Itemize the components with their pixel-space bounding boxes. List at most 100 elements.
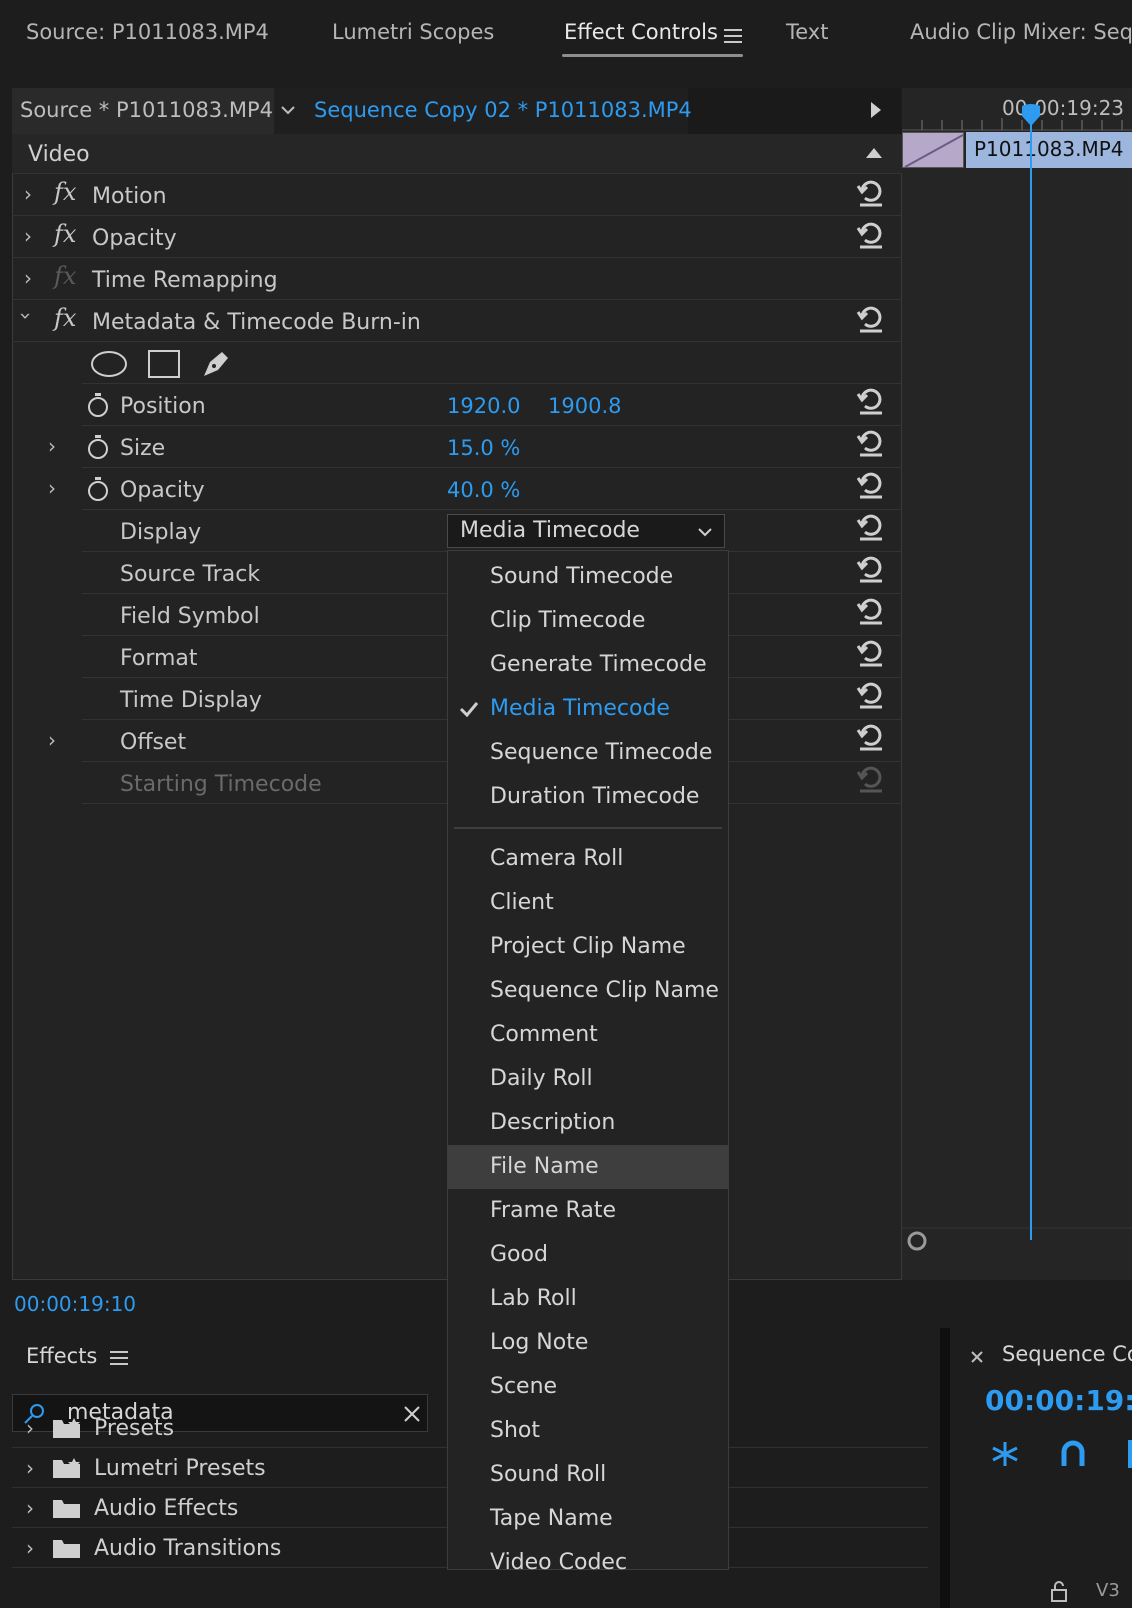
timeline-clip[interactable]: P1011083.MP4	[966, 132, 1132, 168]
chevron-right-icon[interactable]: ›	[48, 434, 56, 458]
menu-item-daily-roll[interactable]: Daily Roll	[448, 1057, 728, 1101]
chevron-right-icon[interactable]: ›	[24, 224, 32, 248]
fx-icon[interactable]: fx	[54, 178, 76, 206]
menu-item-shot[interactable]: Shot	[448, 1409, 728, 1453]
reset-icon[interactable]	[856, 554, 886, 584]
playhead-line[interactable]	[1030, 108, 1032, 1240]
reset-icon[interactable]	[856, 178, 886, 208]
chevron-right-icon[interactable]: ›	[24, 266, 32, 290]
menu-item-client[interactable]: Client	[448, 881, 728, 925]
reset-icon[interactable]	[856, 220, 886, 250]
magnet-icon[interactable]	[1060, 1440, 1086, 1468]
pen-mask-icon[interactable]	[200, 346, 234, 380]
chevron-down-icon[interactable]: ›	[14, 312, 38, 320]
size-value[interactable]: 15.0 %	[447, 436, 520, 460]
fx-icon[interactable]: fx	[54, 304, 76, 332]
property-row-display: Display Media Timecode	[82, 510, 902, 552]
reset-icon[interactable]	[856, 638, 886, 668]
position-y-value[interactable]: 1900.8	[548, 394, 621, 418]
reset-icon[interactable]	[856, 722, 886, 752]
menu-item-sequence-timecode[interactable]: Sequence Timecode	[448, 731, 728, 775]
play-triangle-icon[interactable]	[870, 102, 882, 118]
lock-icon[interactable]	[1050, 1580, 1068, 1602]
chevron-right-icon[interactable]: ›	[48, 476, 56, 500]
chevron-right-icon[interactable]: ›	[26, 1536, 34, 1560]
position-x-value[interactable]: 1920.0	[447, 394, 520, 418]
menu-item-lab-roll[interactable]: Lab Roll	[448, 1277, 728, 1321]
chevron-right-icon[interactable]: ›	[26, 1416, 34, 1440]
menu-item-comment[interactable]: Comment	[448, 1013, 728, 1057]
menu-item-label: Good	[490, 1242, 548, 1267]
folder-icon	[53, 1540, 80, 1558]
menu-item-sequence-clip-name[interactable]: Sequence Clip Name	[448, 969, 728, 1013]
stopwatch-icon[interactable]	[86, 392, 110, 418]
sequence-clip-tab[interactable]: Sequence Copy 02 * P1011083.MP4	[274, 88, 692, 134]
source-clip-tab[interactable]: Source * P1011083.MP4	[12, 88, 274, 134]
sequence-timecode[interactable]: 00:00:19:1	[985, 1384, 1132, 1417]
tab-source[interactable]: Source: P1011083.MP4	[26, 20, 269, 44]
stopwatch-icon[interactable]	[86, 476, 110, 502]
reset-icon[interactable]	[856, 512, 886, 542]
reset-icon[interactable]	[856, 386, 886, 416]
tab-audio-clip-mixer[interactable]: Audio Clip Mixer: Sequ	[910, 20, 1132, 44]
effect-row-opacity[interactable]: › fx Opacity	[12, 216, 902, 258]
snap-insert-icon[interactable]	[990, 1440, 1020, 1468]
edge-marker	[1128, 1440, 1132, 1468]
menu-item-description[interactable]: Description	[448, 1101, 728, 1145]
property-label: Offset	[120, 730, 187, 755]
fx-icon[interactable]: fx	[54, 220, 76, 248]
menu-item-scene[interactable]: Scene	[448, 1365, 728, 1409]
reset-icon[interactable]	[856, 428, 886, 458]
effect-row-time-remapping[interactable]: › fx Time Remapping	[12, 258, 902, 300]
menu-item-sound-timecode[interactable]: Sound Timecode	[448, 555, 728, 599]
chevron-right-icon[interactable]: ›	[26, 1496, 34, 1520]
zoom-handle-icon[interactable]	[906, 1230, 928, 1252]
tab-text[interactable]: Text	[786, 20, 828, 44]
menu-item-label: Frame Rate	[490, 1198, 616, 1223]
folder-icon	[53, 1500, 80, 1518]
menu-item-file-name[interactable]: File Name	[448, 1145, 728, 1189]
tab-effect-controls[interactable]: Effect Controls	[564, 20, 718, 44]
current-time[interactable]: 00:00:19:10	[14, 1292, 136, 1316]
menu-item-sound-roll[interactable]: Sound Roll	[448, 1453, 728, 1497]
menu-item-label: Camera Roll	[490, 846, 624, 871]
folder-label: Presets	[94, 1416, 175, 1441]
chevron-right-icon[interactable]: ›	[48, 728, 56, 752]
menu-item-frame-rate[interactable]: Frame Rate	[448, 1189, 728, 1233]
menu-item-generate-timecode[interactable]: Generate Timecode	[448, 643, 728, 687]
panel-menu-icon[interactable]	[724, 28, 742, 44]
menu-item-log-note[interactable]: Log Note	[448, 1321, 728, 1365]
menu-item-tape-name[interactable]: Tape Name	[448, 1497, 728, 1541]
rectangle-mask-icon[interactable]	[148, 350, 180, 378]
collapse-triangle-icon[interactable]	[866, 148, 882, 158]
menu-item-camera-roll[interactable]: Camera Roll	[448, 837, 728, 881]
sequence-panel-title[interactable]: Sequence Co	[1002, 1342, 1132, 1366]
chevron-right-icon[interactable]: ›	[26, 1456, 34, 1480]
chevron-right-icon[interactable]: ›	[24, 182, 32, 206]
reset-icon[interactable]	[856, 470, 886, 500]
panel-menu-icon[interactable]	[110, 1350, 128, 1366]
menu-item-clip-timecode[interactable]: Clip Timecode	[448, 599, 728, 643]
effect-row-metadata-burnin[interactable]: › fx Metadata & Timecode Burn-in	[12, 300, 902, 342]
menu-item-good[interactable]: Good	[448, 1233, 728, 1277]
reset-icon[interactable]	[856, 596, 886, 626]
opacity-value[interactable]: 40.0 %	[447, 478, 520, 502]
effects-panel-title[interactable]: Effects	[26, 1344, 97, 1368]
display-select[interactable]: Media Timecode	[447, 514, 725, 548]
tab-lumetri-scopes[interactable]: Lumetri Scopes	[332, 20, 494, 44]
reset-icon[interactable]	[856, 680, 886, 710]
menu-item-video-codec[interactable]: Video Codec	[448, 1541, 728, 1585]
menu-item-duration-timecode[interactable]: Duration Timecode	[448, 775, 728, 819]
stopwatch-icon[interactable]	[86, 434, 110, 460]
effect-row-motion[interactable]: › fx Motion	[12, 174, 902, 216]
chevron-down-icon[interactable]	[280, 105, 296, 115]
close-icon[interactable]	[970, 1350, 984, 1364]
menu-item-label: Video Codec	[490, 1550, 628, 1575]
reset-icon[interactable]	[856, 304, 886, 334]
menu-item-project-clip-name[interactable]: Project Clip Name	[448, 925, 728, 969]
playhead-marker-icon[interactable]	[1020, 104, 1042, 128]
menu-item-media-timecode[interactable]: Media Timecode	[448, 687, 728, 731]
property-label: Field Symbol	[120, 604, 260, 629]
ellipse-mask-icon[interactable]	[90, 350, 128, 378]
clip-transition-block[interactable]	[902, 132, 964, 168]
